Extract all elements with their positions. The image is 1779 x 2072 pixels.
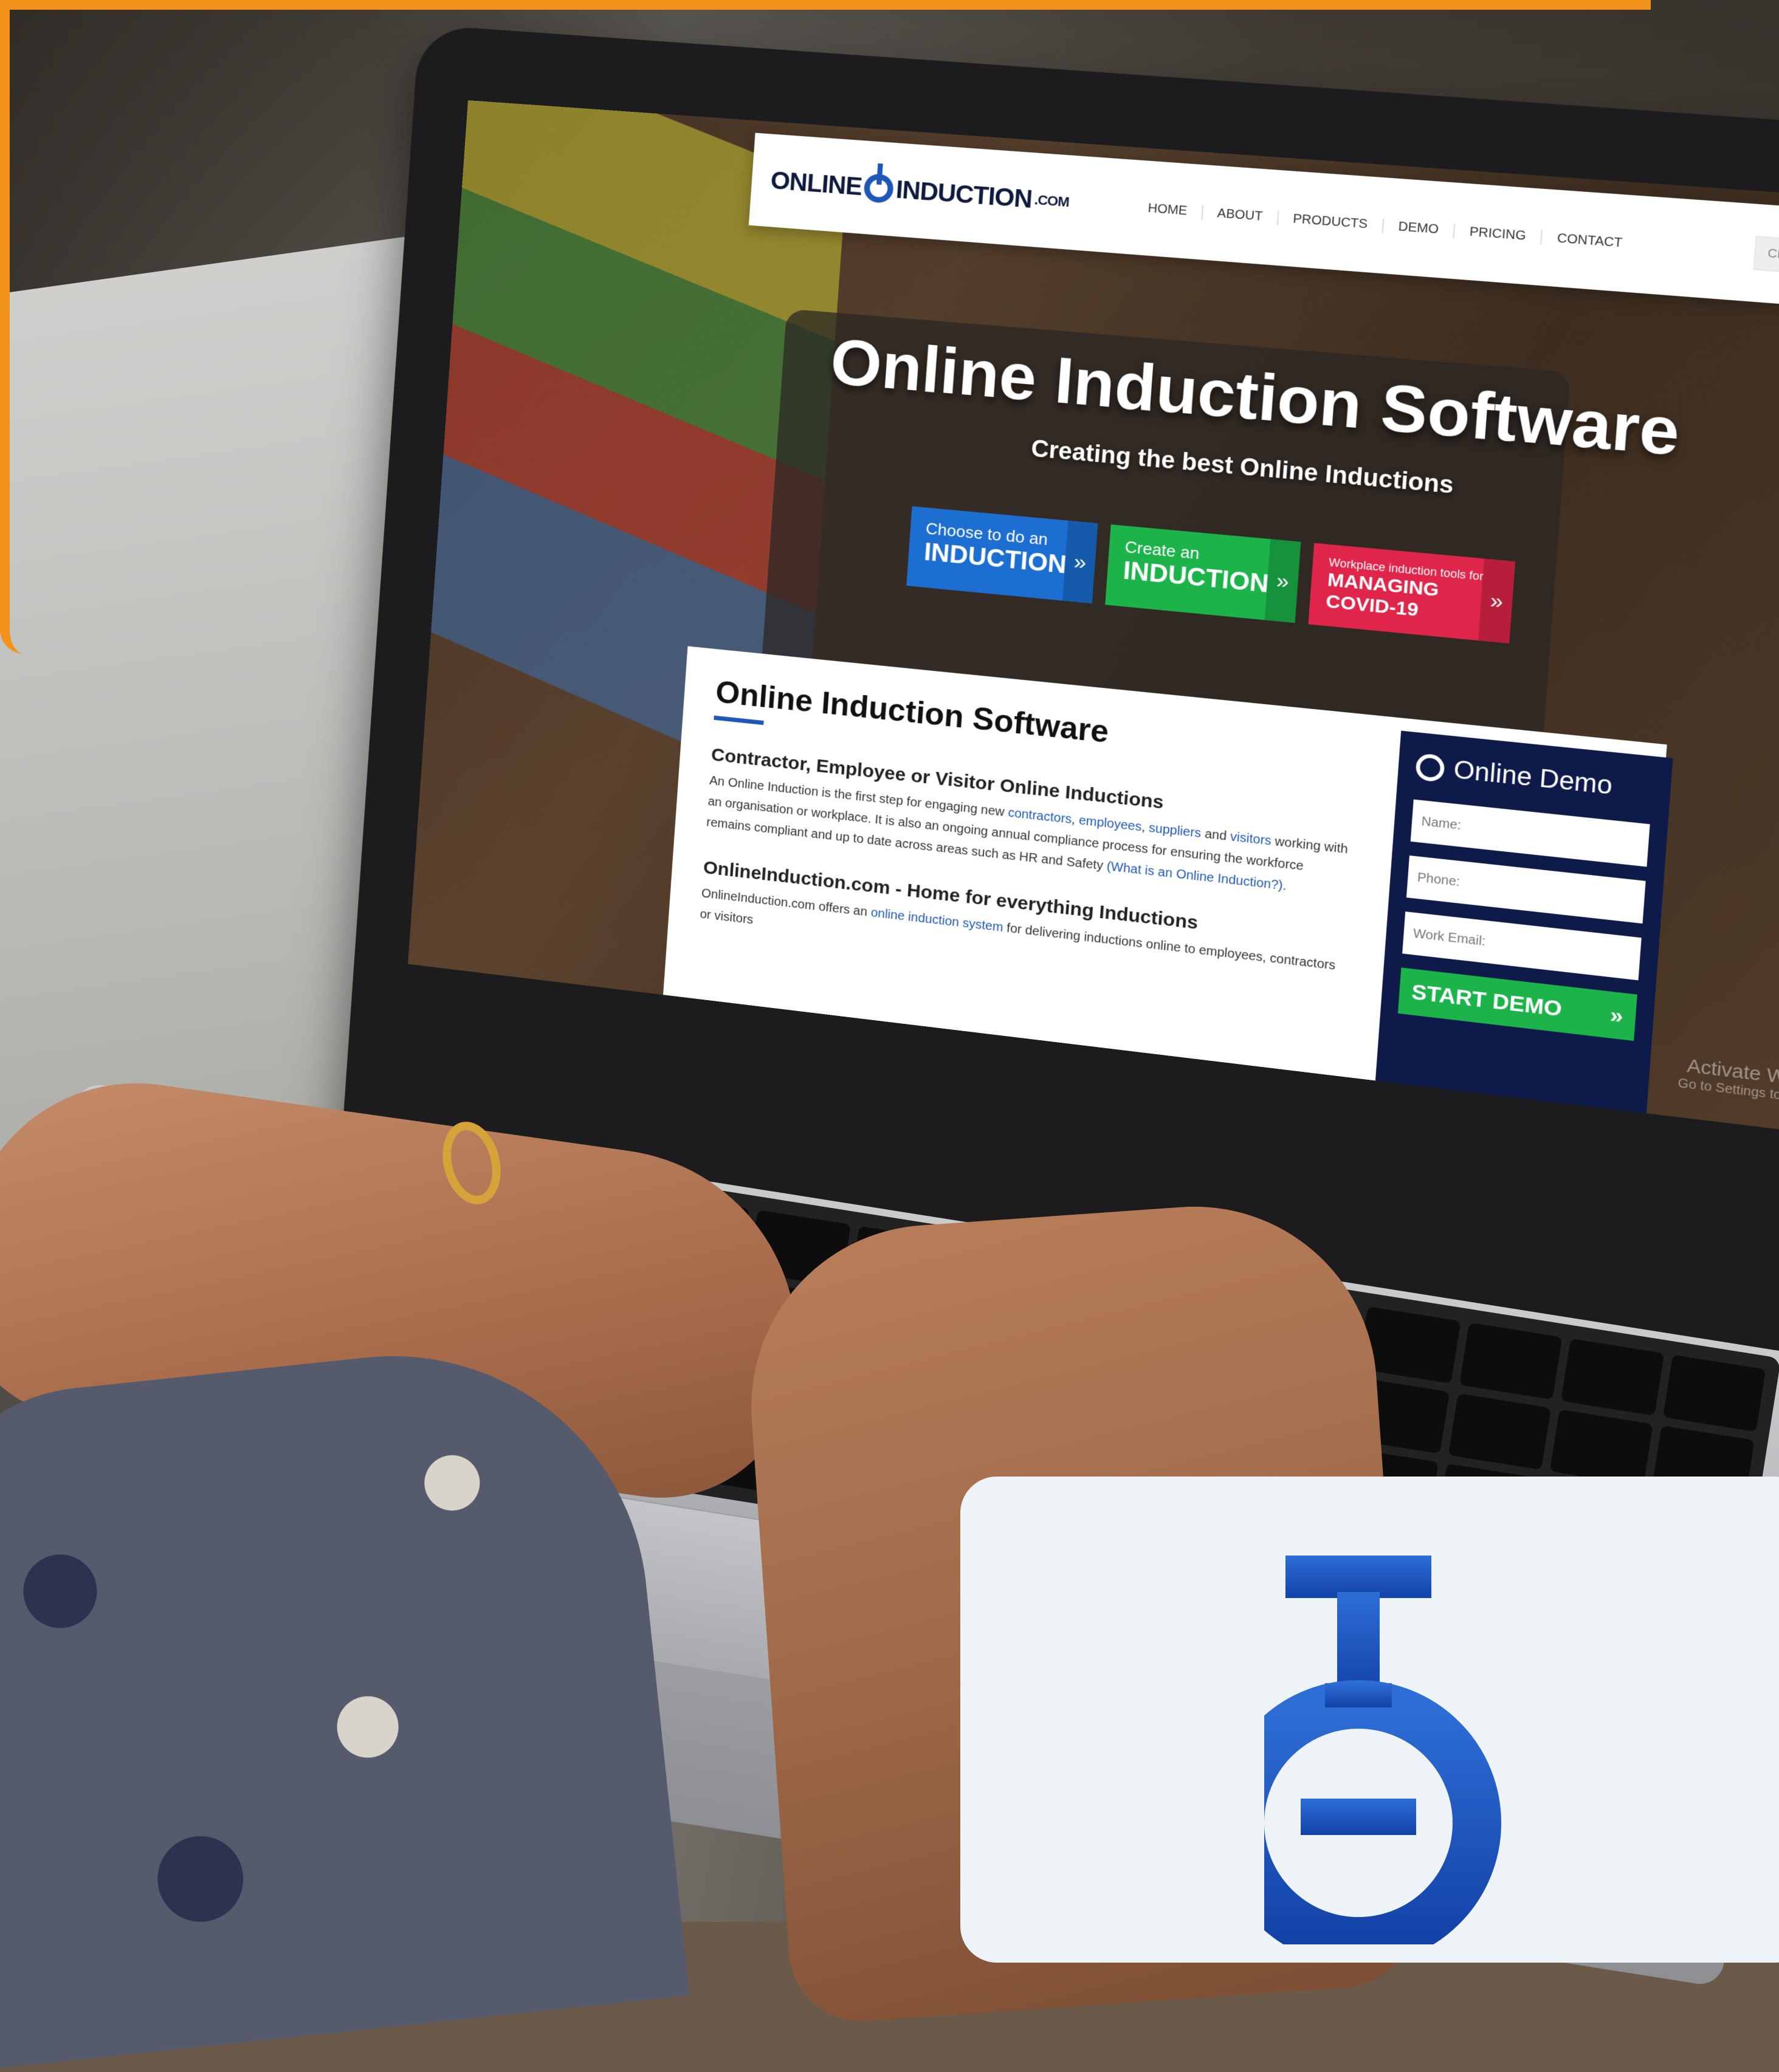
nav-home[interactable]: HOME <box>1133 199 1203 220</box>
induction-logo-icon <box>1264 1556 1501 1944</box>
create-portal-placeholder: CREATE PORTAL <box>1767 246 1779 269</box>
text-and: and <box>1200 826 1231 844</box>
nav-about[interactable]: ABOUT <box>1202 205 1279 225</box>
name-field[interactable] <box>1410 799 1650 867</box>
main-nav: HOME ABOUT PRODUCTS DEMO PRICING CONTACT <box>1133 199 1638 252</box>
link-visitors[interactable]: visitors <box>1230 830 1271 848</box>
online-demo-form: Online Demo START DEMO » <box>1375 730 1673 1120</box>
keyboard-key <box>1459 1322 1563 1399</box>
induction-logo-icon <box>863 173 895 204</box>
plant-photo <box>1728 308 1779 693</box>
chevron-double-right-icon: » <box>1264 539 1301 623</box>
demo-header: Online Demo <box>1415 752 1653 805</box>
keyboard-key <box>1561 1338 1665 1416</box>
logo-text-right: INDUCTION <box>895 176 1033 213</box>
create-portal-input[interactable]: CREATE PORTAL <box>1753 236 1779 282</box>
logo-text-left: ONLINE <box>769 166 863 201</box>
headset-icon <box>1415 752 1445 783</box>
link-employees[interactable]: employees <box>1078 814 1142 834</box>
nav-demo[interactable]: DEMO <box>1383 218 1456 238</box>
nav-pricing[interactable]: PRICING <box>1454 223 1543 245</box>
demo-title: Online Demo <box>1453 755 1614 800</box>
link-induction-system[interactable]: online induction system <box>870 906 1003 935</box>
work-email-field[interactable] <box>1402 911 1642 981</box>
chevron-double-right-icon: » <box>1609 1002 1625 1029</box>
link-suppliers[interactable]: suppliers <box>1148 821 1202 840</box>
keyboard-key <box>1662 1354 1766 1432</box>
windows-activation-watermark: Activate Windows Go to Settings to activ… <box>1677 1054 1779 1111</box>
keyboard-key <box>1448 1393 1552 1470</box>
logo-suffix: .COM <box>1034 191 1070 210</box>
start-demo-label: START DEMO <box>1411 979 1563 1021</box>
start-demo-button[interactable]: START DEMO » <box>1397 967 1637 1041</box>
nav-products[interactable]: PRODUCTS <box>1278 210 1385 233</box>
chevron-double-right-icon: » <box>1478 558 1516 644</box>
laptop-screen: ONLINE INDUCTION .COM HOME ABOUT PRODUCT… <box>408 100 1779 1141</box>
keyboard-key <box>1550 1409 1653 1486</box>
link-contractors[interactable]: contractors <box>1008 806 1072 826</box>
site-logo[interactable]: ONLINE INDUCTION .COM <box>769 166 1070 217</box>
chevron-double-right-icon: » <box>1062 520 1098 604</box>
phone-field[interactable] <box>1406 855 1646 924</box>
nav-contact[interactable]: CONTACT <box>1542 230 1638 252</box>
title-underline <box>714 715 764 726</box>
